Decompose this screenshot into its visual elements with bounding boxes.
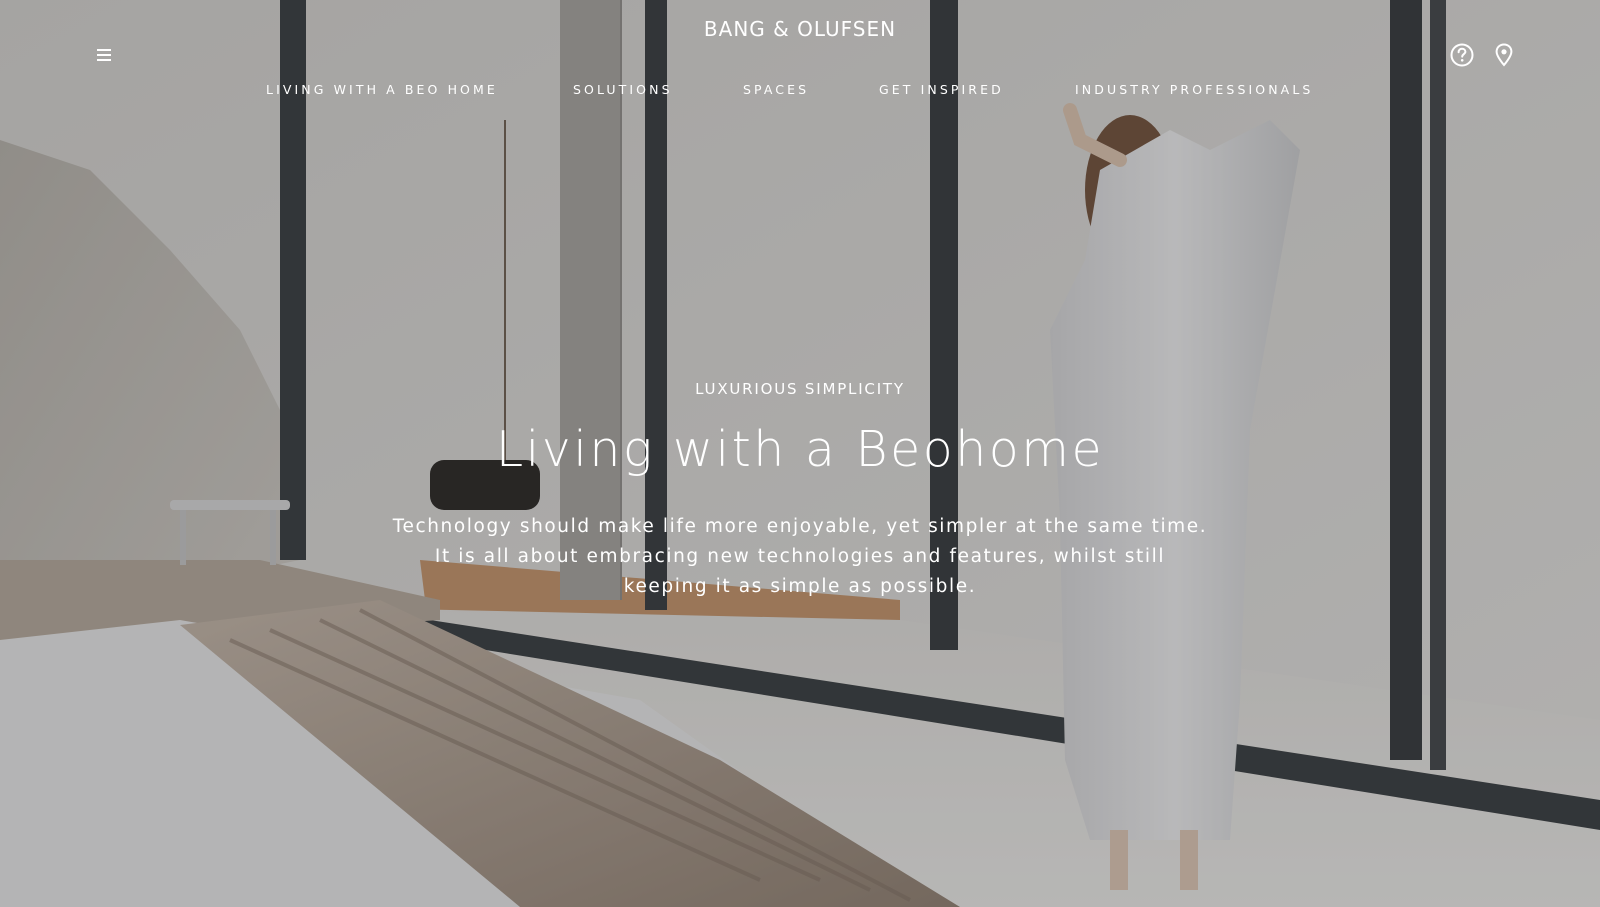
hamburger-menu-icon — [97, 49, 111, 51]
main-navigation: LIVING WITH A BEO HOME SOLUTIONS SPACES … — [0, 82, 1600, 102]
hamburger-menu-icon-line — [97, 54, 111, 56]
nav-item-get-inspired[interactable]: GET INSPIRED — [879, 82, 1004, 97]
brand-logo[interactable]: BANG & OLUFSEN — [600, 17, 1000, 41]
hero-section: BANG & OLUFSEN LIVING WITH A BEO HOME SO… — [0, 0, 1600, 907]
location-pin-icon — [1495, 43, 1513, 67]
nav-item-living-with-a-beo-home[interactable]: LIVING WITH A BEO HOME — [266, 82, 498, 97]
nav-item-spaces[interactable]: SPACES — [743, 82, 809, 97]
hero-description: Technology should make life more enjoyab… — [392, 516, 1208, 597]
help-button[interactable] — [1449, 42, 1475, 68]
site-header: BANG & OLUFSEN LIVING WITH A BEO HOME SO… — [0, 0, 1600, 120]
hamburger-menu-icon-line — [97, 59, 111, 61]
hero-title: Living with a Beohome — [495, 421, 1105, 478]
nav-item-solutions[interactable]: SOLUTIONS — [573, 82, 673, 97]
hero-eyebrow: LUXURIOUS SIMPLICITY — [695, 380, 905, 398]
store-locator-button[interactable] — [1491, 42, 1517, 68]
help-circle-icon — [1450, 43, 1474, 67]
nav-item-industry-professionals[interactable]: INDUSTRY PROFESSIONALS — [1075, 82, 1313, 97]
menu-button[interactable] — [94, 45, 116, 65]
